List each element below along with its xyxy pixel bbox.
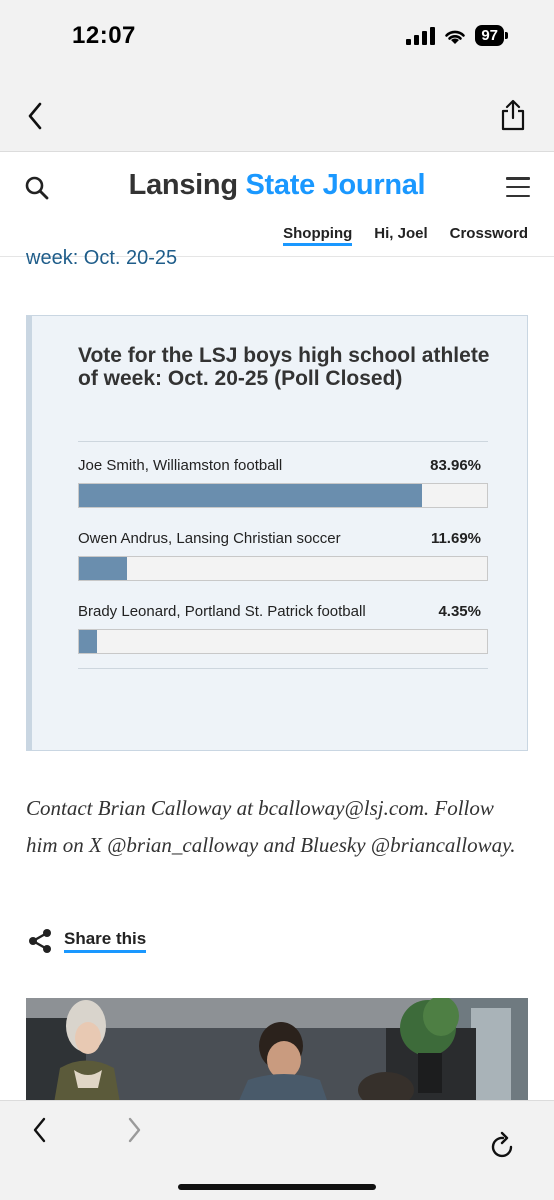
poll-option-bar (78, 556, 488, 581)
header-sub-nav: Shopping Hi, Joel Crossword (283, 225, 528, 246)
poll-option-percent: 4.35% (438, 603, 481, 620)
poll-option-fill (79, 484, 422, 507)
article-heading-partial: week: Oct. 20-25 (26, 247, 178, 269)
poll-option-label: Brady Leonard, Portland St. Patrick foot… (78, 603, 366, 620)
poll-divider (78, 668, 488, 669)
logo-lansing: Lansing (128, 169, 238, 201)
wifi-icon (445, 30, 466, 44)
poll-widget: Vote for the LSJ boys high school athlet… (26, 315, 528, 751)
poll-option-percent: 11.69% (430, 530, 481, 547)
nav-account-link[interactable]: Hi, Joel (374, 225, 427, 246)
office-meeting-photo (26, 998, 528, 1103)
cellular-signal-icon (406, 26, 436, 45)
hamburger-menu-icon[interactable] (506, 177, 530, 197)
chevron-right-icon[interactable] (122, 1115, 146, 1145)
status-bar: 12:07 97 (0, 0, 554, 80)
poll-title: Vote for the LSJ boys high school athlet… (78, 344, 490, 390)
poll-option-label: Joe Smith, Williamston football (78, 457, 283, 474)
site-header: Lansing State Journal Shopping Hi, Joel … (0, 153, 554, 257)
reload-icon[interactable] (490, 1131, 516, 1159)
browser-bottom-bar (0, 1100, 554, 1200)
site-logo[interactable]: Lansing State Journal (0, 169, 554, 202)
poll-option-percent: 83.96% (430, 457, 481, 474)
poll-option-fill (79, 630, 97, 653)
chevron-left-icon[interactable] (28, 1115, 52, 1145)
chevron-left-icon[interactable] (22, 98, 52, 134)
battery-indicator: 97 (475, 25, 508, 46)
share-nodes-icon (29, 929, 51, 953)
poll-option-bar (78, 483, 488, 508)
home-indicator (178, 1184, 376, 1190)
poll-divider (78, 441, 488, 442)
logo-state-journal: State Journal (245, 169, 426, 201)
contact-paragraph: Contact Brian Calloway at bcalloway@lsj.… (26, 796, 516, 857)
poll-option-label: Owen Andrus, Lansing Christian soccer (78, 530, 341, 547)
nav-crossword-link[interactable]: Crossword (450, 225, 528, 246)
share-this-button[interactable]: Share this (28, 928, 147, 954)
poll-option-fill (79, 557, 127, 580)
browser-top-bar (0, 80, 554, 152)
share-upload-icon[interactable] (498, 98, 528, 132)
share-this-label: Share this (64, 929, 147, 953)
nav-shopping-link[interactable]: Shopping (283, 225, 353, 246)
article-photo (26, 998, 528, 1103)
status-icons: 97 (406, 25, 508, 46)
poll-option-bar (78, 629, 488, 654)
status-time: 12:07 (72, 22, 136, 49)
